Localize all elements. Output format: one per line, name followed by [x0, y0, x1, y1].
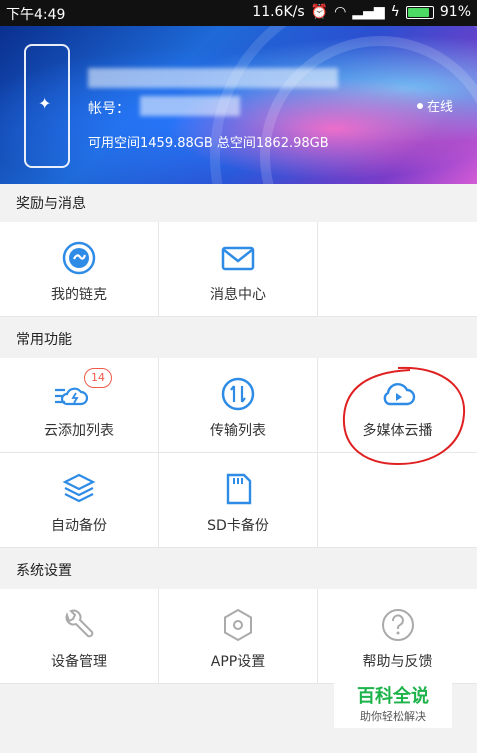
account-id-redacted: [140, 96, 240, 116]
app-settings-button[interactable]: APP设置: [159, 589, 318, 684]
device-management-label: 设备管理: [51, 654, 107, 670]
transfer-list-label: 传输列表: [210, 423, 266, 439]
status-bar: 下午4:49 11.6K/s ⏰ ◠ ▂▄▆ ϟ 91%: [0, 0, 477, 26]
status-right: 11.6K/s ⏰ ◠ ▂▄▆ ϟ 91%: [252, 4, 471, 20]
device-icon[interactable]: ✦: [24, 44, 70, 168]
hexagon-settings-icon: [224, 608, 252, 642]
storage-space: 可用空间1459.88GB 总空间1862.98GB: [88, 136, 329, 151]
watermark: 百科全说 助你轻松解决: [334, 680, 452, 728]
alarm-icon: ⏰: [310, 4, 329, 20]
wifi-icon: ◠: [334, 4, 347, 20]
help-feedback-label: 帮助与反馈: [362, 654, 433, 670]
watermark-subtitle: 助你轻松解决: [360, 710, 426, 723]
system-grid: 设备管理 APP设置 帮助与反馈: [0, 589, 477, 684]
my-link-coin-label: 我的链克: [51, 287, 107, 303]
app-settings-label: APP设置: [210, 654, 266, 670]
brand-logo-icon: ✦: [38, 94, 52, 113]
wrench-icon: [65, 609, 94, 638]
username-redacted: [88, 68, 338, 88]
online-status: 在线: [416, 96, 453, 115]
link-coin-icon: [62, 241, 96, 275]
battery-icon: [405, 5, 434, 19]
profile-header: ✦ 帐号： 可用空间1459.88GB 总空间1862.98GB 在线: [0, 26, 477, 184]
layers-backup-icon: [62, 473, 96, 503]
common-grid: 14 云添加列表 传输列表 多媒体云播 自动备份 SD卡备份: [0, 358, 477, 548]
empty-cell: [318, 453, 477, 548]
sd-card-backup-label: SD卡备份: [207, 518, 269, 534]
my-link-coin-button[interactable]: 我的链克: [0, 222, 159, 317]
multimedia-cloud-play-button[interactable]: 多媒体云播: [318, 358, 477, 466]
sd-card-icon: [226, 473, 252, 505]
help-feedback-button[interactable]: 帮助与反馈: [318, 589, 477, 684]
auto-backup-label: 自动备份: [51, 518, 107, 534]
empty-cell: [318, 222, 477, 317]
rewards-grid: 我的链克 消息中心: [0, 222, 477, 317]
message-center-label: 消息中心: [210, 287, 266, 303]
cloud-add-badge: 14: [84, 368, 112, 388]
transfer-icon: [221, 377, 255, 411]
online-dot-icon: [416, 102, 423, 109]
network-speed: 11.6K/s: [252, 4, 305, 20]
mail-icon: [221, 246, 255, 271]
account-label: 帐号：: [88, 101, 130, 117]
help-icon: [381, 609, 414, 641]
battery-level: 91%: [439, 4, 471, 20]
cloud-add-list-label: 云添加列表: [44, 423, 114, 439]
online-label: 在线: [426, 100, 453, 115]
device-management-button[interactable]: 设备管理: [0, 589, 159, 684]
status-time: 下午4:49: [6, 7, 66, 23]
auto-backup-button[interactable]: 自动备份: [0, 453, 159, 548]
transfer-list-button[interactable]: 传输列表: [159, 358, 318, 453]
signal-icon: ▂▄▆: [352, 4, 385, 20]
watermark-title: 百科全说: [357, 686, 429, 707]
charging-icon: ϟ: [390, 4, 400, 20]
cloud-add-list-button[interactable]: 14 云添加列表: [0, 358, 159, 453]
section-title-common: 常用功能: [0, 322, 477, 358]
message-center-button[interactable]: 消息中心: [159, 222, 318, 317]
section-title-rewards: 奖励与消息: [0, 186, 477, 222]
section-title-system: 系统设置: [0, 553, 477, 589]
sd-card-backup-button[interactable]: SD卡备份: [159, 453, 318, 548]
